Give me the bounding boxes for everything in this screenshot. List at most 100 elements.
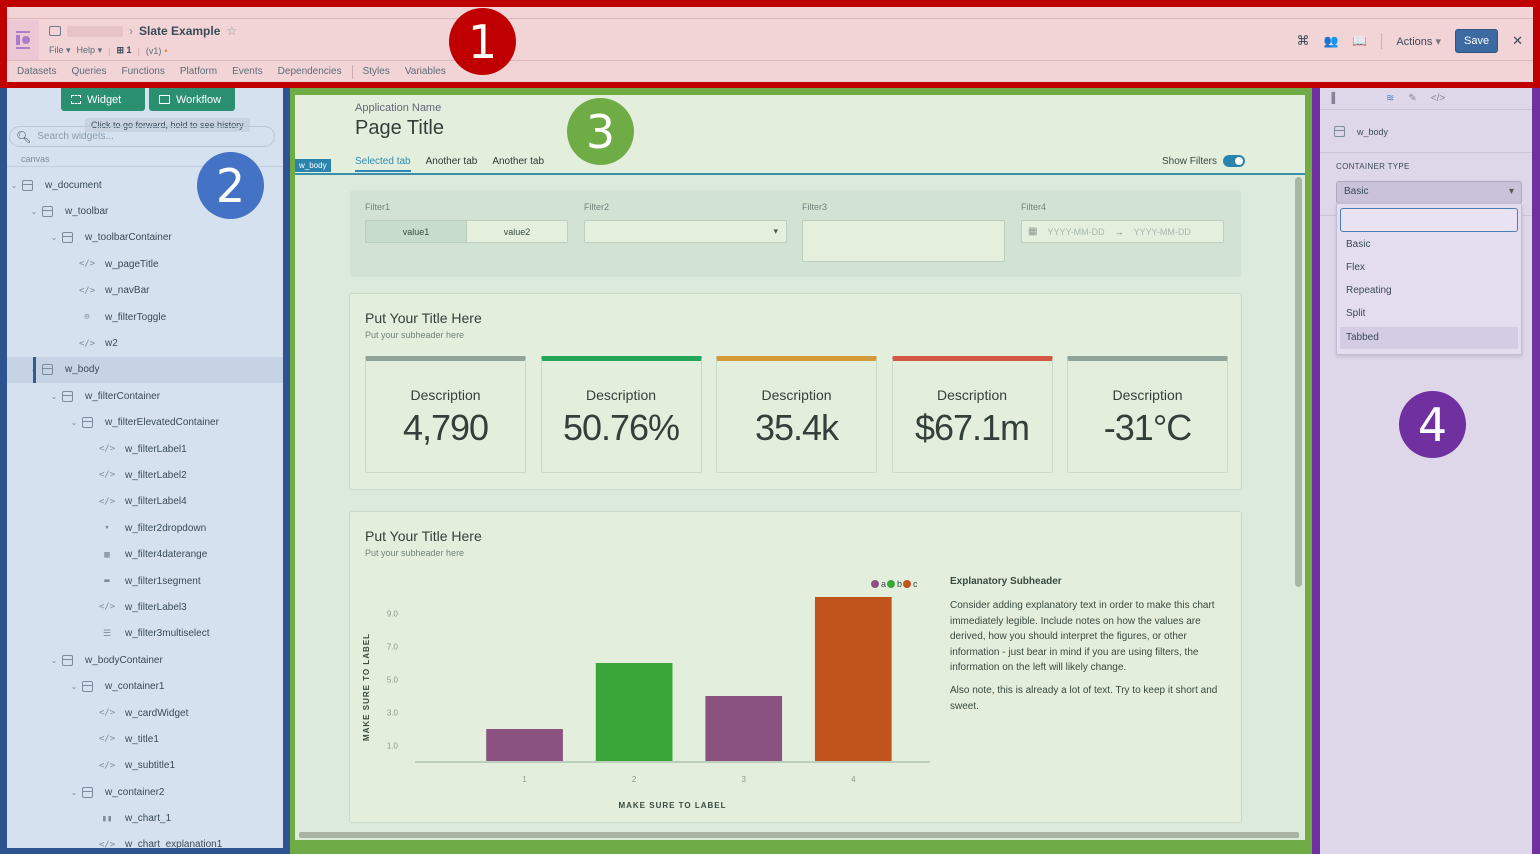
- tree-node[interactable]: </> w_navBar: [7, 278, 283, 304]
- kpi-tile: Description -31°C: [1067, 356, 1228, 473]
- tree-node[interactable]: ⌄ w_container2: [7, 779, 283, 805]
- option-basic[interactable]: Basic: [1340, 234, 1518, 256]
- save-button[interactable]: Save: [1455, 29, 1499, 53]
- option-flex[interactable]: Flex: [1340, 257, 1518, 279]
- filter2-label: Filter2: [584, 202, 610, 212]
- option-repeating[interactable]: Repeating: [1340, 280, 1518, 302]
- layers-tab-icon[interactable]: ≋: [1386, 93, 1394, 104]
- chevron-down-icon[interactable]: ⌄: [29, 365, 39, 374]
- chevron-down-icon[interactable]: ⌄: [69, 418, 79, 427]
- layout-tab-icon[interactable]: ▐: [1328, 93, 1335, 104]
- tab-selected[interactable]: Selected tab: [355, 156, 411, 172]
- branch-icon[interactable]: ⊞ 1: [116, 45, 131, 56]
- filter3-multiselect[interactable]: [802, 220, 1005, 262]
- file-menu[interactable]: File ▾: [49, 45, 71, 56]
- actions-menu[interactable]: Actions ▾: [1396, 35, 1441, 48]
- tree-node[interactable]: ⌄ w_bodyContainer: [7, 647, 283, 673]
- tree-node[interactable]: ⌄ w_toolbarContainer: [7, 225, 283, 251]
- tree-node[interactable]: ☰ w_filter3multiselect: [7, 621, 283, 647]
- tree-node[interactable]: </> w_filterLabel3: [7, 594, 283, 620]
- chevron-down-icon[interactable]: ⌄: [49, 233, 59, 242]
- kpi-value: 35.4k: [754, 407, 839, 448]
- tree-node[interactable]: ⊙ w_filterToggle: [7, 304, 283, 330]
- tree-node[interactable]: ⌄ w_body: [7, 356, 283, 384]
- kpi-value: 4,790: [402, 407, 489, 448]
- kpi-tile: Description 35.4k: [716, 356, 877, 473]
- show-filters-toggle[interactable]: [1223, 155, 1245, 167]
- nav-styles[interactable]: Styles: [363, 66, 390, 77]
- tree-node[interactable]: </> w_title1: [7, 726, 283, 752]
- date-start-input[interactable]: YYYY-MM-DD: [1047, 227, 1104, 237]
- tree-node-label: w_filter2dropdown: [125, 522, 207, 534]
- tree-node[interactable]: </> w_pageTitle: [7, 251, 283, 277]
- tree-node[interactable]: </> w_cardWidget: [7, 700, 283, 726]
- chevron-down-icon[interactable]: ⌄: [49, 392, 59, 401]
- x-tick-label: 2: [632, 775, 637, 784]
- horizontal-scrollbar[interactable]: [299, 832, 1299, 838]
- chevron-down-icon[interactable]: ⌄: [49, 656, 59, 665]
- code-icon: </>: [78, 259, 96, 270]
- segment-value1[interactable]: value1: [366, 221, 467, 242]
- chevron-down-icon[interactable]: ⌄: [29, 207, 39, 216]
- close-icon[interactable]: ✕: [1512, 33, 1523, 49]
- breadcrumb-folder[interactable]: [67, 25, 123, 37]
- chevron-down-icon[interactable]: ⌄: [69, 682, 79, 691]
- vertical-scrollbar[interactable]: [1295, 177, 1302, 587]
- tree-node[interactable]: </> w_filterLabel1: [7, 436, 283, 462]
- x-tick-label: 1: [522, 775, 527, 784]
- workflow-button[interactable]: Workflow: [149, 88, 235, 111]
- tree-node[interactable]: ⌄ w_container1: [7, 673, 283, 699]
- users-icon[interactable]: 👥: [1323, 34, 1338, 48]
- segment-value2[interactable]: value2: [467, 221, 567, 242]
- tab-another-2[interactable]: Another tab: [492, 156, 544, 172]
- edit-tab-icon[interactable]: ✎: [1408, 93, 1416, 104]
- nav-datasets[interactable]: Datasets: [17, 66, 56, 77]
- tree-node[interactable]: </> w_filterLabel4: [7, 489, 283, 515]
- nav-events[interactable]: Events: [232, 66, 263, 77]
- date-end-input[interactable]: YYYY-MM-DD: [1134, 227, 1191, 237]
- nav-queries[interactable]: Queries: [71, 66, 106, 77]
- tab-another-1[interactable]: Another tab: [426, 156, 478, 172]
- tree-node[interactable]: ▾ w_filter2dropdown: [7, 515, 283, 541]
- nav-functions[interactable]: Functions: [121, 66, 164, 77]
- tree-node[interactable]: ⌄ w_filterContainer: [7, 383, 283, 409]
- tree-node[interactable]: </> w_filterLabel2: [7, 462, 283, 488]
- tree-node-label: w_document: [45, 179, 102, 191]
- slate-logo-icon[interactable]: [7, 20, 39, 60]
- tree-node-label: w_toolbar: [65, 206, 109, 218]
- bar: [705, 696, 783, 762]
- w-body-tag[interactable]: w_body: [295, 159, 331, 172]
- container-type-select[interactable]: Basic: [1336, 181, 1522, 204]
- option-split[interactable]: Split: [1340, 303, 1518, 325]
- widget-button[interactable]: Widget: [61, 88, 145, 111]
- tree-node[interactable]: ▦ w_filter4daterange: [7, 541, 283, 567]
- search-widgets-input[interactable]: 🔍︎ Search widgets...: [9, 126, 275, 147]
- kpi-tile: Description 50.76%: [540, 356, 702, 473]
- tree-node[interactable]: </> w_subtitle1: [7, 753, 283, 779]
- kpi-description: Description: [410, 387, 481, 403]
- tree-node[interactable]: ⌄ w_filterElevatedContainer: [7, 410, 283, 436]
- option-tabbed[interactable]: Tabbed: [1340, 327, 1518, 349]
- star-icon[interactable]: ☆: [226, 24, 237, 38]
- nav-dependencies[interactable]: Dependencies: [278, 66, 342, 77]
- book-icon[interactable]: 📖: [1352, 34, 1367, 48]
- tree-node-label: w_filter1segment: [125, 575, 201, 587]
- tree-node[interactable]: ▮▮ w_chart_1: [7, 805, 283, 831]
- chevron-down-icon[interactable]: ⌄: [9, 181, 19, 190]
- list-icon: ☰: [102, 628, 112, 639]
- help-menu[interactable]: Help ▾: [77, 45, 103, 56]
- tree-node[interactable]: ▬ w_filter1segment: [7, 568, 283, 594]
- widget-icon: [71, 95, 81, 104]
- command-icon[interactable]: ⌘: [1296, 33, 1309, 49]
- nav-variables[interactable]: Variables: [405, 66, 446, 77]
- code-tab-icon[interactable]: </>: [1431, 93, 1445, 104]
- filter2-dropdown[interactable]: [584, 220, 787, 243]
- tree-node[interactable]: </> w_chart_explanation1: [7, 832, 283, 848]
- tree-node-label: w_title1: [125, 733, 159, 745]
- chevron-down-icon[interactable]: ⌄: [69, 788, 79, 797]
- kpi-value: 50.76%: [562, 407, 680, 448]
- chart-card-subtitle: Put your subheader here: [365, 548, 465, 558]
- dropdown-search-input[interactable]: [1340, 208, 1518, 232]
- tree-node[interactable]: </> w2: [7, 330, 283, 356]
- nav-platform[interactable]: Platform: [180, 66, 217, 77]
